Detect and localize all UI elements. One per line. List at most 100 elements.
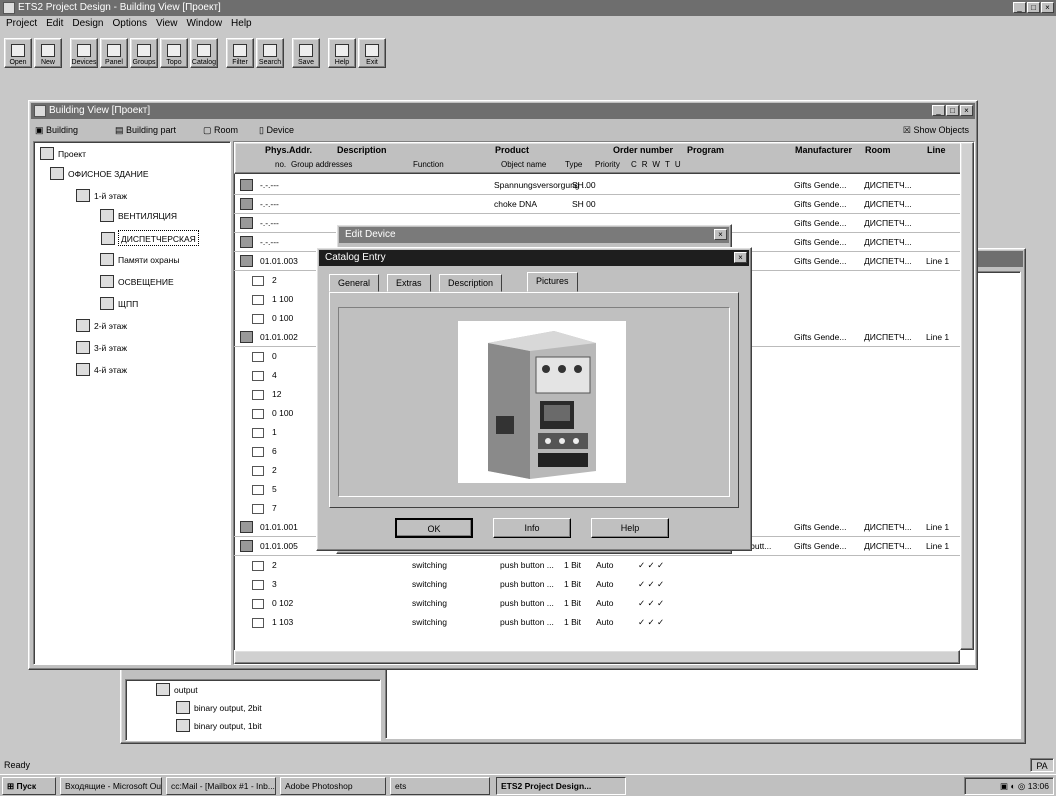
toolbar-open-button[interactable]: Open: [4, 38, 32, 68]
tree-building[interactable]: ОФИСНОЕ ЗДАНИЕ: [50, 166, 149, 182]
line-cell: Line 1: [926, 332, 950, 342]
object-name-cell: push button ...: [500, 598, 554, 608]
col-phys-addr[interactable]: Phys.Addr.: [265, 145, 312, 155]
manufacturer-cell: Gifts Gende...: [794, 199, 847, 209]
col-priority[interactable]: Priority: [595, 160, 620, 169]
building-icon: [50, 167, 64, 180]
toolbar-help-button[interactable]: Help: [328, 38, 356, 68]
vertical-scrollbar[interactable]: [960, 142, 974, 650]
app-title-bar[interactable]: ETS2 Project Design - Building View [Про…: [0, 0, 1056, 16]
minimize-button[interactable]: _: [932, 105, 945, 116]
taskbar-item[interactable]: ets: [390, 777, 490, 795]
phys-addr-cell: -.-.---: [260, 199, 279, 209]
tab-general[interactable]: General: [329, 274, 380, 292]
device-icon: [240, 179, 253, 191]
col-manufacturer[interactable]: Manufacturer: [795, 145, 852, 155]
object-row[interactable]: 1 103 switching push button ... 1 Bit Auto ✓ …: [234, 613, 960, 632]
col-function[interactable]: Function: [413, 160, 444, 169]
toolbar-groups-button[interactable]: Groups: [130, 38, 158, 68]
col-room[interactable]: Room: [865, 145, 891, 155]
object-row[interactable]: 3 switching push button ... 1 Bit Auto ✓ ✓ ✓: [234, 575, 960, 594]
menu-item-view[interactable]: View: [156, 17, 178, 31]
menu-item-project[interactable]: Project: [6, 17, 37, 31]
tab-description[interactable]: Description: [439, 274, 503, 292]
toolbar-exit-button[interactable]: Exit: [358, 38, 386, 68]
taskbar-item[interactable]: Входящие - Microsoft Out...: [60, 777, 162, 795]
toolbar-topo-button[interactable]: Topo: [160, 38, 188, 68]
device-button[interactable]: ▯ Device: [259, 121, 294, 139]
col-object-name[interactable]: Object name: [501, 160, 546, 169]
tree-room-2-selected[interactable]: ДИСПЕТЧЕРСКАЯ: [101, 230, 199, 246]
tree-binary-output-1[interactable]: binary output, 2bit: [176, 700, 262, 716]
menu-item-design[interactable]: Design: [72, 17, 103, 31]
tree-room-3[interactable]: Памяти охраны: [100, 252, 179, 268]
ok-button[interactable]: OK: [395, 518, 473, 538]
tree-room-5[interactable]: ЩПП: [100, 296, 138, 312]
phys-addr-cell: 0 102: [272, 598, 294, 608]
floor-icon: [76, 363, 90, 376]
catalog-close[interactable]: ×: [734, 252, 747, 263]
toolbar-new-button[interactable]: New: [34, 38, 62, 68]
tree-root[interactable]: Проект: [40, 146, 86, 162]
toolbar-label: Save: [298, 59, 314, 66]
tree-binary-output-2[interactable]: binary output, 1bit: [176, 718, 262, 734]
tree-floor3[interactable]: 3-й этаж: [76, 340, 127, 356]
room-icon: [101, 232, 115, 245]
toolbar-catalog-button[interactable]: Catalog: [190, 38, 218, 68]
project-icon: [40, 147, 54, 160]
show-objects-checkbox[interactable]: ☒ Show Objects: [903, 121, 969, 139]
col-program[interactable]: Program: [687, 145, 724, 155]
phys-addr-cell: 1 103: [272, 617, 294, 627]
maximize-button[interactable]: □: [1027, 2, 1040, 13]
tree-floor1[interactable]: 1-й этаж: [76, 188, 127, 204]
info-button[interactable]: Info: [493, 518, 571, 538]
col-no[interactable]: no.: [275, 160, 286, 169]
close-button[interactable]: ×: [960, 105, 973, 116]
device-row[interactable]: -.-.--- Spannungsversorgung ... SH 00 Gifts…: [234, 176, 960, 195]
device-row[interactable]: -.-.--- choke DNA SH 00 Gifts Gende... ДИСПЕ…: [234, 195, 960, 214]
object-row[interactable]: 2 switching push button ... 1 Bit Auto ✓ ✓ ✓: [234, 556, 960, 575]
menu-item-help[interactable]: Help: [231, 17, 252, 31]
room-button[interactable]: ▢ Room: [203, 121, 238, 139]
col-product[interactable]: Product: [495, 145, 529, 155]
col-description[interactable]: Description: [337, 145, 387, 155]
toolbar-filter-button[interactable]: Filter: [226, 38, 254, 68]
tree-floor2[interactable]: 2-й этаж: [76, 318, 127, 334]
device-icon: [240, 217, 253, 229]
tab-pictures[interactable]: Pictures: [527, 272, 578, 292]
toolbar-panel-button[interactable]: Panel: [100, 38, 128, 68]
taskbar-item[interactable]: ETS2 Project Design...: [496, 777, 626, 795]
minimize-button[interactable]: _: [1013, 2, 1026, 13]
menu-item-options[interactable]: Options: [113, 17, 147, 31]
start-button[interactable]: ⊞ Пуск: [2, 777, 56, 795]
help-button[interactable]: Help: [591, 518, 669, 538]
phys-addr-cell: -.-.---: [260, 180, 279, 190]
maximize-button[interactable]: □: [946, 105, 959, 116]
tree-output[interactable]: output: [156, 682, 198, 698]
taskbar-item[interactable]: Adobe Photoshop: [280, 777, 386, 795]
toolbar-devices-button[interactable]: Devices: [70, 38, 98, 68]
col-type[interactable]: Type: [565, 160, 582, 169]
building-part-button[interactable]: ▤ Building part: [115, 121, 176, 139]
toolbar-save-button[interactable]: Save: [292, 38, 320, 68]
close-button[interactable]: ×: [1041, 2, 1054, 13]
catalog-entry-dialog[interactable]: Catalog Entry × General Extras Descripti…: [316, 247, 752, 551]
horizontal-scrollbar[interactable]: [234, 650, 960, 664]
tree-room-1[interactable]: ВЕНТИЛЯЦИЯ: [100, 208, 177, 224]
edit-device-close[interactable]: ×: [714, 229, 727, 240]
object-row[interactable]: 0 102 switching push button ... 1 Bit Auto ✓ …: [234, 594, 960, 613]
tray-icons[interactable]: ▣ ◐ ◎: [1000, 781, 1028, 791]
tree-floor4[interactable]: 4-й этаж: [76, 362, 127, 378]
col-line[interactable]: Line: [927, 145, 946, 155]
taskbar-item[interactable]: cc:Mail - [Mailbox #1 - Inb...: [166, 777, 276, 795]
room-icon: [100, 253, 114, 266]
col-flags[interactable]: CRWTU: [631, 160, 686, 169]
tab-extras[interactable]: Extras: [387, 274, 431, 292]
col-group-addresses[interactable]: Group addresses: [291, 160, 352, 169]
menu-item-window[interactable]: Window: [186, 17, 222, 31]
col-order-number[interactable]: Order number: [613, 145, 673, 155]
toolbar-search-button[interactable]: Search: [256, 38, 284, 68]
menu-item-edit[interactable]: Edit: [46, 17, 63, 31]
tree-room-4[interactable]: ОСВЕЩЕНИЕ: [100, 274, 174, 290]
building-button[interactable]: ▣ Building: [35, 121, 78, 139]
